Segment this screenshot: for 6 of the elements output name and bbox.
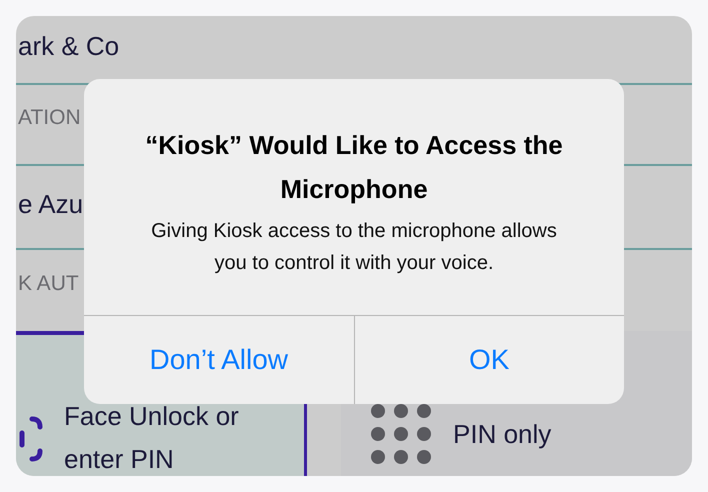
- alert-message: Giving Kiosk access to the microphone allows you to control it with your voice.: [150, 219, 558, 276]
- section-header: ATION: [18, 104, 81, 131]
- alert-title: “Kiosk” Would Like to Access the Microphone: [144, 129, 564, 206]
- list-item-text: ark & Co: [18, 30, 120, 63]
- section-header: K AUT: [18, 270, 79, 297]
- list-item-text: e Azu: [18, 188, 84, 220]
